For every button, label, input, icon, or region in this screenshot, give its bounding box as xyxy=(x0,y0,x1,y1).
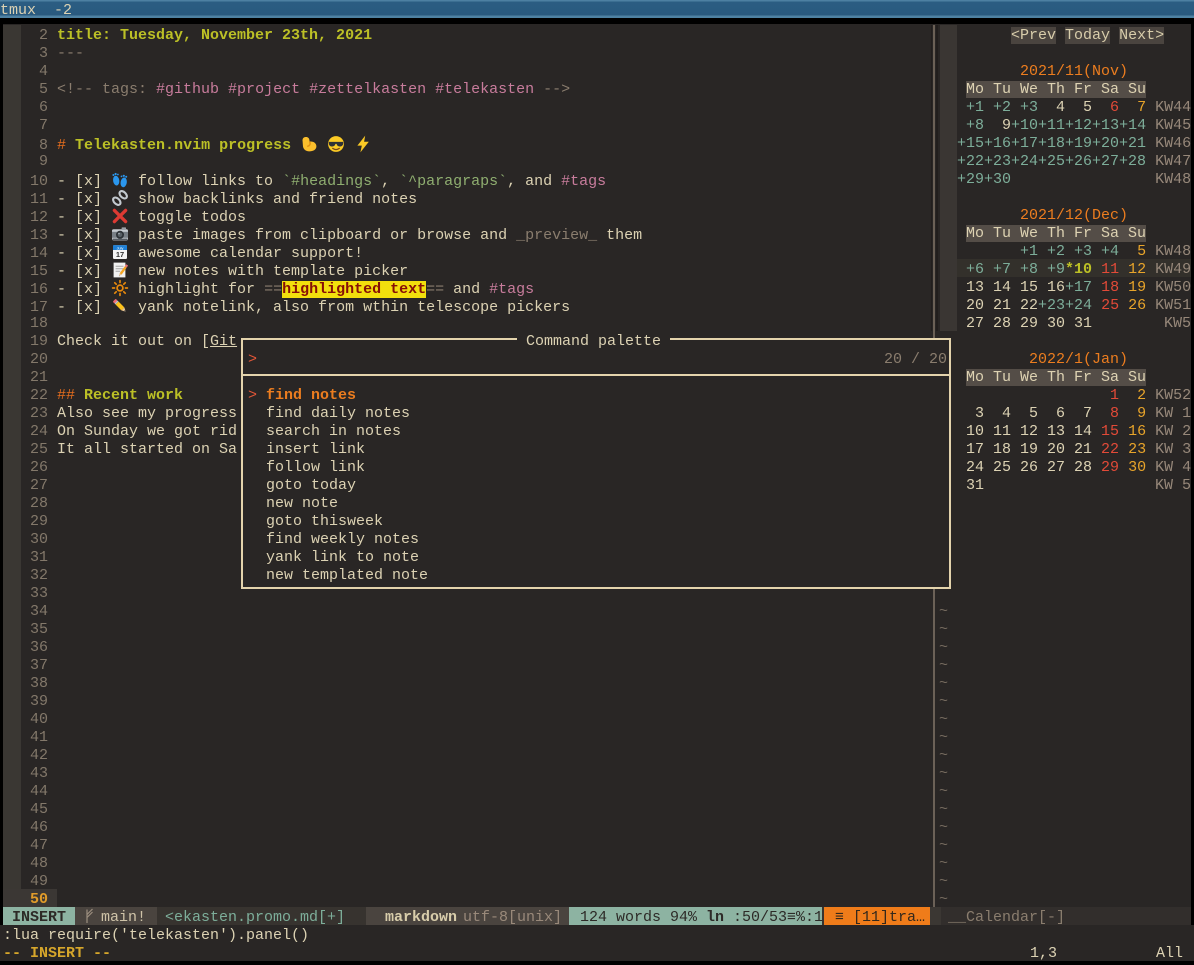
svg-text:17: 17 xyxy=(116,250,124,259)
